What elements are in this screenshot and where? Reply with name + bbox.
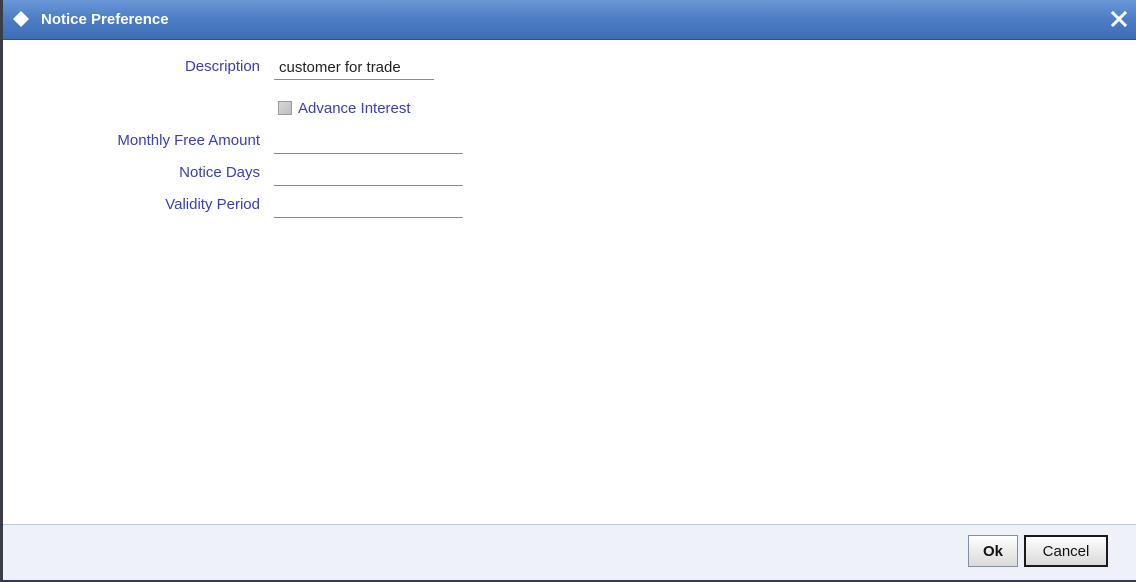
- monthly-free-amount-field[interactable]: [274, 130, 463, 154]
- description-field[interactable]: [274, 56, 434, 80]
- description-row: Description: [3, 54, 603, 82]
- notice-days-row: Notice Days: [3, 160, 603, 188]
- validity-period-label: Validity Period: [165, 196, 260, 213]
- form-content: Description Advance Interest Monthly Fre…: [3, 40, 1136, 524]
- validity-period-field[interactable]: [274, 194, 463, 218]
- title-bar: Notice Preference: [3, 0, 1136, 40]
- advance-interest-label: Advance Interest: [298, 100, 411, 117]
- notice-days-field[interactable]: [274, 162, 463, 186]
- diamond-icon: [13, 11, 29, 27]
- monthly-free-amount-label: Monthly Free Amount: [117, 132, 260, 149]
- window-title: Notice Preference: [41, 11, 169, 28]
- ok-button[interactable]: Ok: [968, 535, 1018, 567]
- cancel-button[interactable]: Cancel: [1024, 535, 1108, 567]
- button-bar: Ok Cancel: [3, 524, 1136, 580]
- notice-days-label: Notice Days: [179, 164, 260, 181]
- close-icon[interactable]: [1108, 8, 1130, 30]
- validity-period-row: Validity Period: [3, 192, 603, 220]
- advance-interest-checkbox[interactable]: [278, 101, 292, 115]
- monthly-free-amount-row: Monthly Free Amount: [3, 128, 603, 156]
- description-label: Description: [184, 58, 260, 75]
- notice-preference-window: Notice Preference Description Advance In…: [0, 0, 1136, 582]
